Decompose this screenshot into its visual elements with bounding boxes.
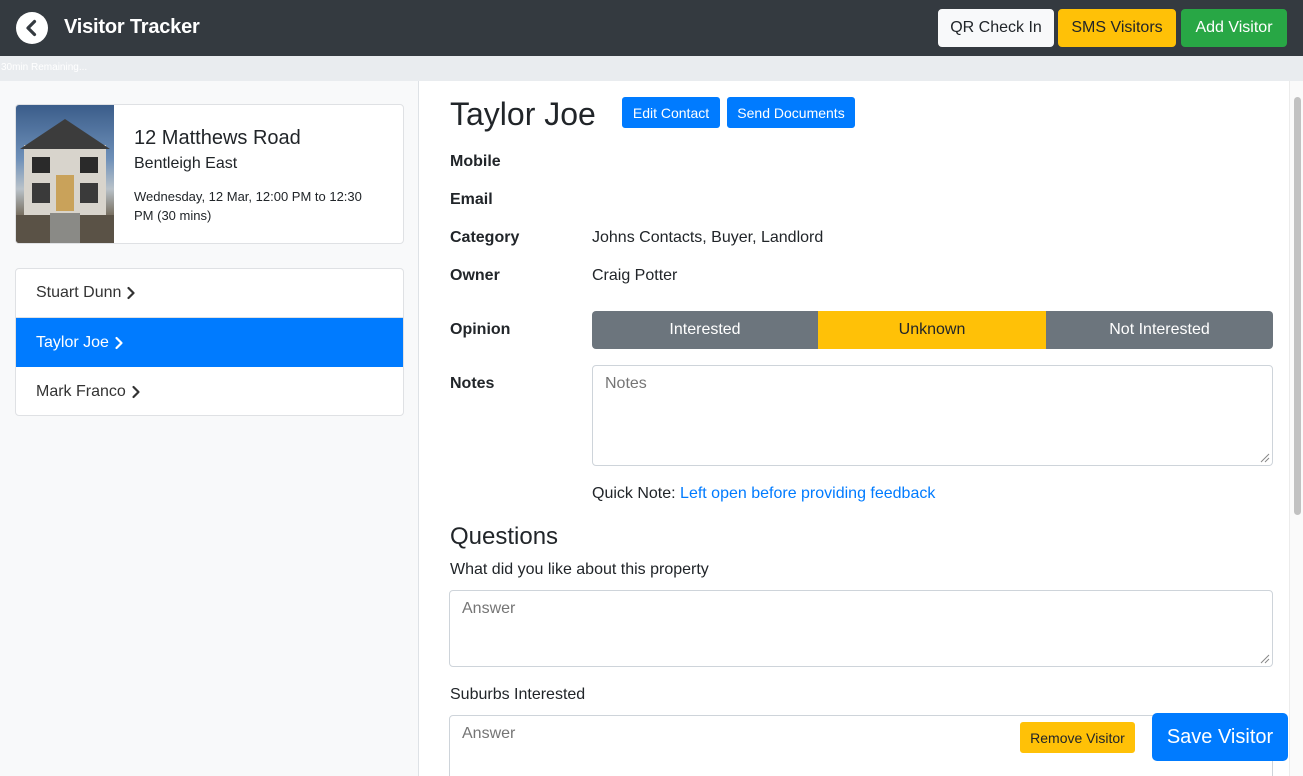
opinion-unknown-button[interactable]: Unknown bbox=[818, 311, 1046, 349]
opinion-not-interested-button[interactable]: Not Interested bbox=[1046, 311, 1273, 349]
opinion-interested-button[interactable]: Interested bbox=[592, 311, 818, 349]
scrollbar-thumb[interactable] bbox=[1294, 97, 1301, 515]
sms-visitors-button[interactable]: SMS Visitors bbox=[1058, 9, 1176, 47]
notes-textarea[interactable] bbox=[592, 365, 1273, 466]
timer-text: 30min Remaining... bbox=[1, 62, 88, 73]
visitor-item-taylor-joe[interactable]: Taylor Joe bbox=[16, 318, 403, 367]
answer-textarea[interactable] bbox=[449, 715, 1273, 776]
opinion-label: Opinion bbox=[450, 321, 511, 338]
remove-visitor-button[interactable]: Remove Visitor bbox=[1020, 722, 1135, 753]
visitor-item-stuart-dunn[interactable]: Stuart Dunn bbox=[16, 269, 403, 318]
owner-label: Owner bbox=[450, 267, 500, 284]
property-card: 12 Matthews Road Bentleigh East Wednesda… bbox=[15, 104, 404, 244]
question-label: What did you like about this property bbox=[450, 561, 709, 578]
answer-textarea[interactable] bbox=[449, 590, 1273, 667]
property-address: 12 Matthews Road bbox=[134, 127, 301, 149]
quick-note: Quick Note: Left open before providing f… bbox=[592, 485, 935, 503]
save-visitor-button[interactable]: Save Visitor bbox=[1152, 713, 1288, 761]
visitor-name: Stuart Dunn bbox=[36, 284, 122, 301]
top-navbar: Visitor Tracker QR Check In SMS Visitors… bbox=[0, 0, 1303, 56]
question-label: Suburbs Interested bbox=[450, 686, 586, 703]
chevron-right-icon bbox=[131, 385, 141, 399]
contact-name: Taylor Joe bbox=[450, 96, 596, 132]
resize-handle-icon bbox=[1260, 453, 1270, 463]
quick-note-link[interactable]: Left open before providing feedback bbox=[680, 485, 935, 502]
chevron-right-icon bbox=[114, 336, 124, 350]
add-visitor-button[interactable]: Add Visitor bbox=[1181, 9, 1287, 47]
visitor-item-mark-franco[interactable]: Mark Franco bbox=[16, 367, 403, 415]
qr-check-in-button[interactable]: QR Check In bbox=[938, 9, 1054, 47]
inspection-time: Wednesday, 12 Mar, 12:00 PM to 12:30 PM … bbox=[134, 189, 362, 223]
opinion-button-group: Interested Unknown Not Interested bbox=[592, 311, 1273, 349]
timer-bar: 30min Remaining... bbox=[0, 56, 1303, 81]
chevron-left-icon bbox=[26, 19, 37, 37]
chevron-right-icon bbox=[126, 286, 136, 300]
property-suburb: Bentleigh East bbox=[134, 155, 238, 172]
category-value: Johns Contacts, Buyer, Landlord bbox=[592, 229, 824, 246]
app-title: Visitor Tracker bbox=[64, 16, 200, 38]
visitor-name: Mark Franco bbox=[36, 382, 126, 400]
visitor-list: Stuart Dunn Taylor Joe Mark Franco bbox=[15, 268, 404, 416]
property-photo bbox=[16, 105, 114, 243]
back-button[interactable] bbox=[16, 12, 48, 44]
mobile-label: Mobile bbox=[450, 153, 501, 170]
questions-title: Questions bbox=[450, 523, 559, 550]
owner-value: Craig Potter bbox=[592, 267, 678, 284]
category-label: Category bbox=[450, 229, 520, 246]
send-documents-button[interactable]: Send Documents bbox=[727, 97, 855, 128]
email-label: Email bbox=[450, 191, 493, 208]
left-panel: 12 Matthews Road Bentleigh East Wednesda… bbox=[0, 81, 419, 776]
quick-note-prefix: Quick Note: bbox=[592, 485, 676, 502]
visitor-name: Taylor Joe bbox=[36, 333, 109, 351]
resize-handle-icon bbox=[1260, 654, 1270, 664]
edit-contact-button[interactable]: Edit Contact bbox=[622, 97, 720, 128]
notes-label: Notes bbox=[450, 375, 495, 392]
scrollbar[interactable] bbox=[1289, 81, 1303, 776]
